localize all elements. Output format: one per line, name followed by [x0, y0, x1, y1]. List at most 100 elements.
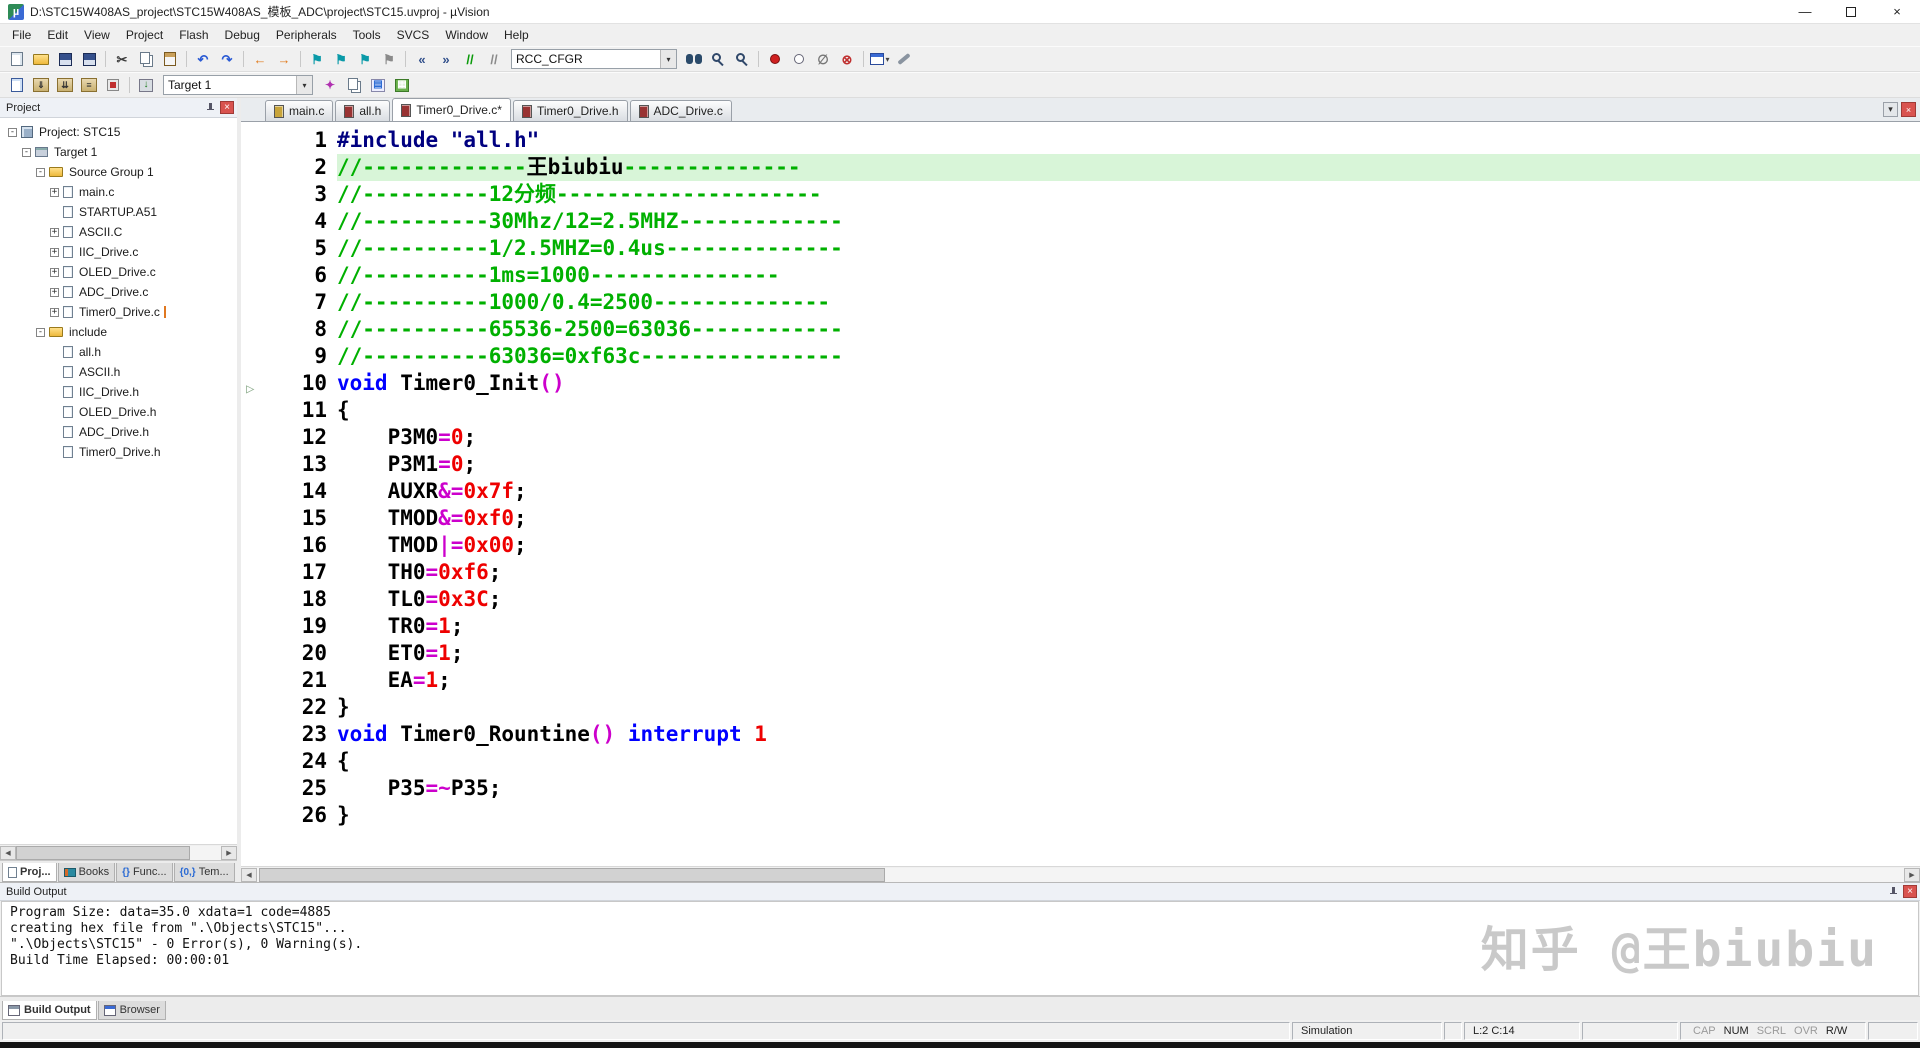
tree-item-all-h[interactable]: all.h: [0, 342, 237, 362]
tree-item-include[interactable]: - include: [0, 322, 237, 342]
code-editor[interactable]: ▷ 1 2 3 4 5 6 7 8 9 10 11 12 13 14 15 16 17 18 19 20 21 22 23 2…: [241, 122, 1920, 866]
minimize-button[interactable]: —: [1782, 0, 1828, 23]
code-line[interactable]: }: [337, 694, 1920, 721]
rebuild-all-icon[interactable]: ⇊: [54, 75, 76, 95]
menu-item-window[interactable]: Window: [437, 26, 496, 44]
unindent-icon[interactable]: «: [411, 49, 433, 69]
tree-item-oled-drive-h[interactable]: OLED_Drive.h: [0, 402, 237, 422]
code-line[interactable]: //----------63036=0xf63c----------------: [337, 343, 1920, 370]
code-line[interactable]: #include "all.h": [337, 127, 1920, 154]
tree-item-startup-a51[interactable]: STARTUP.A51: [0, 202, 237, 222]
navigate-forward-icon[interactable]: →: [273, 49, 295, 69]
panel-tab-func[interactable]: {} Func...: [116, 863, 173, 882]
copy-icon[interactable]: [135, 49, 157, 69]
indent-icon[interactable]: »: [435, 49, 457, 69]
scroll-right-icon[interactable]: ▶: [1904, 867, 1920, 882]
menu-item-file[interactable]: File: [4, 26, 39, 44]
bookmark-toggle-icon[interactable]: ⚑: [306, 49, 328, 69]
scroll-left-icon[interactable]: ◀: [241, 867, 257, 882]
find-icon[interactable]: [707, 49, 729, 69]
project-horizontal-scrollbar[interactable]: ◀ ▶: [0, 844, 237, 860]
doc-tab-main-c[interactable]: main.c: [265, 100, 334, 121]
bottom-tab-build-output[interactable]: Build Output: [2, 1001, 97, 1020]
file-extensions-icon[interactable]: [343, 75, 365, 95]
panel-tab-books[interactable]: Books: [57, 863, 116, 882]
insert-breakpoint-icon[interactable]: [764, 49, 786, 69]
target-select-combo[interactable]: Target 1 ▾: [163, 75, 313, 95]
maximize-button[interactable]: [1828, 0, 1874, 23]
document-close-icon[interactable]: ×: [1901, 102, 1916, 117]
tree-item-adc-drive-c[interactable]: + ADC_Drive.c: [0, 282, 237, 302]
download-to-flash-icon[interactable]: ↓: [135, 75, 157, 95]
code-line[interactable]: AUXR&=0x7f;: [337, 478, 1920, 505]
menu-item-edit[interactable]: Edit: [39, 26, 76, 44]
find-in-files-icon[interactable]: [683, 49, 705, 69]
menu-item-debug[interactable]: Debug: [217, 26, 268, 44]
comment-icon[interactable]: //: [459, 49, 481, 69]
pin-icon[interactable]: [205, 102, 216, 114]
build-icon[interactable]: ⇓: [30, 75, 52, 95]
tree-item-ascii-c[interactable]: + ASCII.C: [0, 222, 237, 242]
scroll-right-icon[interactable]: ▶: [221, 845, 237, 860]
doc-tab-timer0-drive-c[interactable]: Timer0_Drive.c*: [392, 98, 511, 121]
code-line[interactable]: TH0=0xf6;: [337, 559, 1920, 586]
code-line[interactable]: //----------65536-2500=63036------------: [337, 316, 1920, 343]
code-line[interactable]: //----------1000/0.4=2500--------------: [337, 289, 1920, 316]
code-line[interactable]: ET0=1;: [337, 640, 1920, 667]
pin-icon[interactable]: [1888, 886, 1899, 898]
code-line[interactable]: TMOD&=0xf0;: [337, 505, 1920, 532]
close-button[interactable]: ×: [1874, 0, 1920, 23]
doc-tab-timer0-drive-h[interactable]: Timer0_Drive.h: [512, 100, 628, 121]
code-line[interactable]: void Timer0_Rountine() interrupt 1: [337, 721, 1920, 748]
tree-item-target-1[interactable]: - Target 1: [0, 142, 237, 162]
code-line[interactable]: EA=1;: [337, 667, 1920, 694]
paste-icon[interactable]: [159, 49, 181, 69]
tree-item-iic-drive-h[interactable]: IIC_Drive.h: [0, 382, 237, 402]
code-line[interactable]: //----------1ms=1000---------------: [337, 262, 1920, 289]
find-text-combo[interactable]: RCC_CFGR ▾: [511, 49, 677, 69]
configure-icon[interactable]: [893, 49, 915, 69]
code-line[interactable]: //----------12分频---------------------: [337, 181, 1920, 208]
code-line[interactable]: P3M1=0;: [337, 451, 1920, 478]
translate-file-icon[interactable]: [6, 75, 28, 95]
undo-icon[interactable]: ↶: [192, 49, 214, 69]
scroll-left-icon[interactable]: ◀: [0, 845, 16, 860]
save-icon[interactable]: [54, 49, 76, 69]
incremental-find-icon[interactable]: [731, 49, 753, 69]
code-line[interactable]: TL0=0x3C;: [337, 586, 1920, 613]
combo-dropdown-icon[interactable]: ▾: [660, 50, 676, 68]
bookmark-clear-all-icon[interactable]: ⚑: [378, 49, 400, 69]
tab-list-dropdown-icon[interactable]: ▾: [1883, 102, 1898, 117]
navigate-back-icon[interactable]: ←: [249, 49, 271, 69]
window-layout-icon[interactable]: ▾: [869, 49, 891, 69]
save-all-icon[interactable]: [78, 49, 100, 69]
tree-item-source-group-1[interactable]: - Source Group 1: [0, 162, 237, 182]
uncomment-icon[interactable]: //: [483, 49, 505, 69]
kill-all-breakpoints-icon[interactable]: ⊗: [836, 49, 858, 69]
new-file-icon[interactable]: [6, 49, 28, 69]
batch-build-icon[interactable]: ≡: [78, 75, 100, 95]
code-line[interactable]: TR0=1;: [337, 613, 1920, 640]
tree-item-oled-drive-c[interactable]: + OLED_Drive.c: [0, 262, 237, 282]
code-line[interactable]: {: [337, 397, 1920, 424]
tree-item-main-c[interactable]: + main.c: [0, 182, 237, 202]
code-line[interactable]: //-------------王biubiu--------------: [337, 154, 1920, 181]
bookmark-next-icon[interactable]: ⚑: [354, 49, 376, 69]
manage-run-time-environment-icon[interactable]: ▦: [391, 75, 413, 95]
tree-item-project-stc15[interactable]: - Project: STC15: [0, 122, 237, 142]
menu-item-flash[interactable]: Flash: [171, 26, 216, 44]
panel-tab-tem[interactable]: {0,} Tem...: [173, 863, 235, 882]
code-line[interactable]: void Timer0_Init(): [337, 370, 1920, 397]
menu-item-project[interactable]: Project: [118, 26, 171, 44]
redo-icon[interactable]: ↷: [216, 49, 238, 69]
scrollbar-thumb[interactable]: [16, 845, 191, 860]
tree-item-iic-drive-c[interactable]: + IIC_Drive.c: [0, 242, 237, 262]
scrollbar-thumb[interactable]: [259, 867, 885, 882]
enable-breakpoint-icon[interactable]: [788, 49, 810, 69]
menu-item-peripherals[interactable]: Peripherals: [268, 26, 345, 44]
code-line[interactable]: P3M0=0;: [337, 424, 1920, 451]
stop-build-icon[interactable]: [102, 75, 124, 95]
project-panel-close-button[interactable]: ×: [220, 101, 234, 114]
tree-item-timer0-drive-c[interactable]: + Timer0_Drive.c: [0, 302, 237, 322]
code-line[interactable]: //----------30Mhz/12=2.5MHZ-------------: [337, 208, 1920, 235]
